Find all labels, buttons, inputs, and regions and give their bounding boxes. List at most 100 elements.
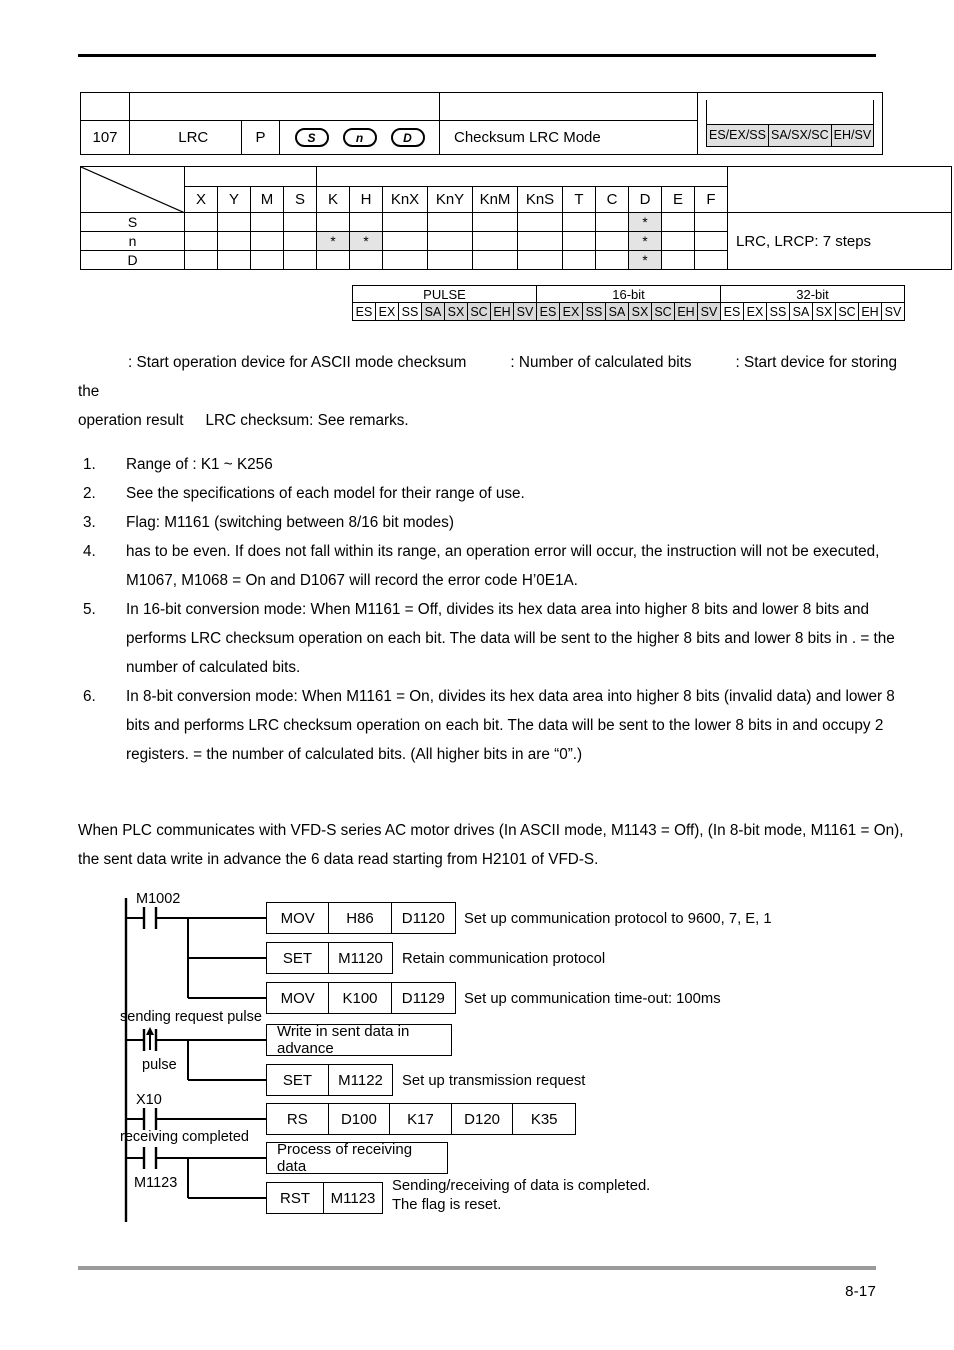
footer-rule (78, 1266, 876, 1270)
ladder-box-set-m1120[interactable]: SET M1120 (266, 942, 393, 974)
bits-support-block: PULSE 16-bit 32-bit ES EX SS SA SX SC EH… (352, 285, 905, 321)
ladder-arg-h86: H86 (329, 903, 392, 933)
cell-s-f (694, 212, 728, 232)
header-spacer-row: ES/EX/SS SA/SX/SC EH/SV (80, 92, 884, 155)
pulse-spacer-cell (241, 92, 280, 121)
desc-line1-b: : Number of calculated bits (510, 354, 692, 371)
bits-pulse-ss: SS (398, 302, 422, 321)
cell-n-m (250, 231, 284, 251)
bits-32bit-ex: EX (743, 302, 767, 321)
cell-s-c (595, 212, 629, 232)
bits-32bit-sx: SX (812, 302, 836, 321)
cell-s-knm (472, 212, 518, 232)
cell-n-c (595, 231, 629, 251)
cell-d-m (250, 250, 284, 270)
mnemonic-spacer-cell (145, 92, 242, 121)
cell-s-k (316, 212, 350, 232)
cell-s-s (283, 212, 317, 232)
ladder-arg-d100: D100 (329, 1104, 391, 1134)
cell-s-t (562, 212, 596, 232)
caption-receiving-completed: receiving completed (120, 1129, 249, 1145)
device-col-d: D (628, 186, 662, 213)
ladder-box-write-sent-data[interactable]: Write in sent data in advance (266, 1023, 452, 1057)
note-item-2: 2. See the specifications of each model … (78, 479, 918, 508)
operands-spacer-cell (279, 92, 440, 121)
operand-pill-d: D (390, 128, 425, 147)
device-steps-header (727, 166, 952, 213)
cell-n-knm (472, 231, 518, 251)
cell-n-knx (382, 231, 428, 251)
ladder-box-process-receiving[interactable]: Process of receiving data (266, 1141, 448, 1175)
cell-s-y (217, 212, 251, 232)
bits-16bit-eh: EH (674, 302, 698, 321)
device-row-label-n: n (80, 231, 185, 251)
bits-pulse-sx: SX (444, 302, 468, 321)
ladder-comment-8b: The flag is reset. (392, 1197, 502, 1213)
models-cell: ES/EX/SS SA/SX/SC EH/SV (696, 92, 884, 155)
ladder-arg-k35: K35 (530, 1110, 558, 1128)
note-number-4: 4. (83, 543, 96, 560)
cell-d-h (349, 250, 383, 270)
ladder-box-mov-k100[interactable]: MOV K100 D1129 (266, 982, 456, 1014)
bits-16bit-es: ES (536, 302, 560, 321)
plc-example-paragraph: When PLC communicates with VFD-S series … (78, 822, 904, 868)
bits-16bit-sc: SC (651, 302, 675, 321)
bits-32bit-sa: SA (789, 302, 813, 321)
bits-model-row: ES EX SS SA SX SC EH SV ES EX SS SA SX S… (352, 302, 905, 321)
instruction-description: Checksum LRC Mode (439, 120, 698, 155)
cell-d-c (595, 250, 629, 270)
cell-n-t (562, 231, 596, 251)
cell-d-knm (472, 250, 518, 270)
model-badge-es-ex-ss: ES/EX/SS (706, 123, 769, 147)
cell-s-knx (382, 212, 428, 232)
ladder-arg-k17: K17 (390, 1104, 452, 1134)
note-text-3: Flag: M1161 (switching between 8/16 bit … (126, 514, 454, 531)
ladder-diagram: M1002 sending request pulse pulse X10 re… (120, 888, 820, 1228)
cell-d-y (217, 250, 251, 270)
cell-d-kns (517, 250, 563, 270)
ladder-op-rst: RST (267, 1183, 325, 1213)
ladder-comment-3: Set up communication time-out: 100ms (464, 991, 721, 1007)
header-rule (78, 54, 876, 57)
ladder-comment-8a: Sending/receiving of data is completed. (392, 1178, 651, 1194)
ladder-box-mov-h86[interactable]: MOV H86 D1120 (266, 902, 456, 934)
note-number-1: 1. (83, 456, 96, 473)
instruction-operand-pills: S n D (279, 120, 440, 155)
device-operand-block: X Y M S K H KnX KnY KnM KnS T C D E F S (80, 166, 952, 270)
note-text-2: See the specifications of each model for… (126, 485, 525, 502)
ladder-comment-1: Set up communication protocol to 9600, 7… (464, 911, 772, 927)
contact-label-m1002: M1002 (136, 891, 181, 907)
ladder-box-rst-m1123[interactable]: RST M1123 (266, 1182, 383, 1214)
desc-line2-b: LRC checksum: See remarks. (205, 412, 409, 429)
device-group-row (80, 166, 952, 213)
ladder-arg-k100: K100 (329, 983, 392, 1013)
ladder-arg-d1120: D1120 (401, 909, 445, 927)
device-row-label-s: S (80, 212, 185, 232)
device-group-bit (184, 166, 317, 187)
ladder-box-set-m1122[interactable]: SET M1122 (266, 1064, 393, 1096)
bits-32bit-sc: SC (835, 302, 859, 321)
contact-label-m1123: M1123 (134, 1175, 178, 1191)
diagonal-divider-icon (81, 167, 184, 212)
bits-32bit-sv: SV (881, 302, 905, 321)
desc-line2-a: operation result (78, 412, 184, 429)
ladder-arg-m1123: M1123 (330, 1189, 376, 1207)
note-item-1: 1. Range of : K1 ~ K256 (78, 450, 918, 479)
note-text-5: In 16-bit conversion mode: When M1161 = … (126, 601, 895, 676)
ladder-op-set-2: SET (267, 1065, 330, 1095)
cell-n-kns (517, 231, 563, 251)
blank-spacer-cell (129, 92, 146, 121)
bits-pulse-ex: EX (375, 302, 399, 321)
note-item-3: 3. Flag: M1161 (switching between 8/16 b… (78, 508, 918, 537)
device-row-s: S * LRC, LRCP: 7 steps (80, 212, 952, 270)
cell-n-h: * (349, 231, 383, 251)
ladder-op-rs: RS (267, 1104, 329, 1134)
cell-s-h (349, 212, 383, 232)
cell-d-s (283, 250, 317, 270)
cell-n-y (217, 231, 251, 251)
cell-n-s (283, 231, 317, 251)
note-text-1: Range of : K1 ~ K256 (126, 456, 273, 473)
ladder-box-rs[interactable]: RS D100 K17 D120 K35 (266, 1103, 576, 1135)
cell-n-k: * (316, 231, 350, 251)
cell-n-d: * (628, 231, 662, 251)
